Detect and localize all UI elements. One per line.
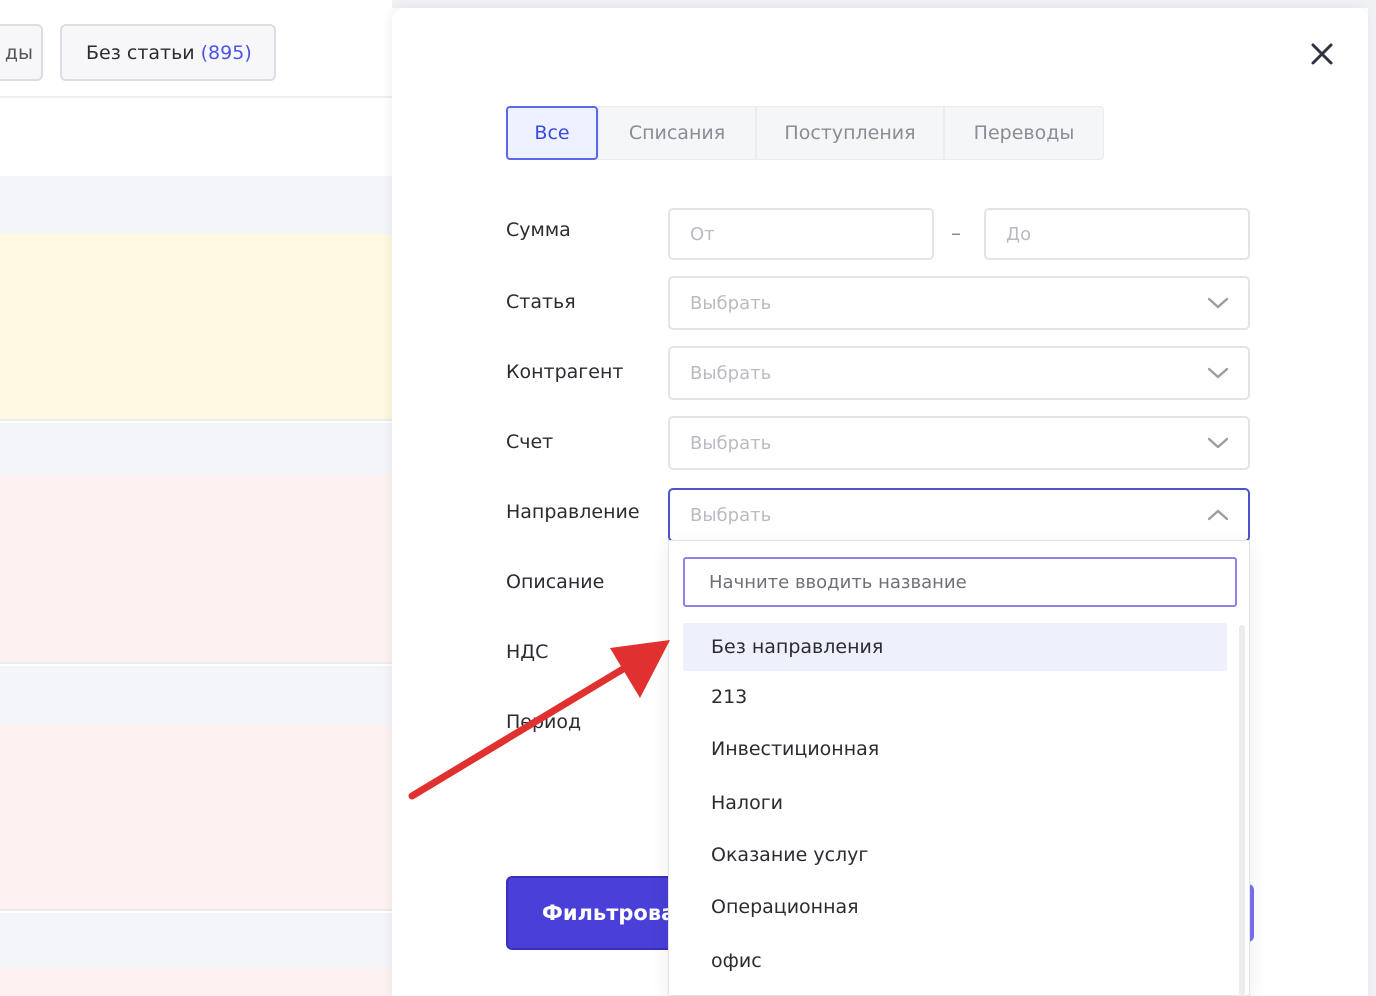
filter-chip-no-article[interactable]: Без статьи (895) [60,24,276,81]
tab-label: Все [534,122,570,144]
table-row-header [0,423,392,475]
account-label: Счет [506,431,554,453]
vat-label: НДС [506,641,549,663]
article-label: Статья [506,291,576,313]
placeholder: До [1006,223,1032,245]
description-label: Описание [506,571,605,593]
chevron-down-icon [1207,367,1229,379]
article-select[interactable]: Выбрать [668,276,1250,330]
chevron-down-icon [1207,437,1229,449]
chip-label: ды [4,41,33,64]
sum-label: Сумма [506,219,571,241]
counterparty-select[interactable]: Выбрать [668,346,1250,400]
panel-right-gutter [1368,0,1376,996]
dropdown-option[interactable]: офис [683,937,1227,985]
direction-label: Направление [506,501,640,523]
direction-dropdown: Начните вводить название Без направления… [668,540,1250,996]
dropdown-option[interactable]: 213 [683,673,1227,721]
dropdown-option[interactable]: Налоги [683,779,1227,827]
dropdown-search-input[interactable]: Начните вводить название [683,557,1237,607]
tab-label: Поступления [784,122,916,144]
option-label: Оказание услуг [711,844,869,866]
counterparty-label: Контрагент [506,361,624,383]
placeholder: Выбрать [690,362,772,384]
table-row[interactable] [0,969,392,996]
option-label: офис [711,950,762,972]
type-tabs: Все Списания Поступления Переводы [506,106,1104,160]
tab-all[interactable]: Все [506,106,598,160]
table-row-header [0,176,392,234]
placeholder: Выбрать [690,432,772,454]
panel-top-strip [392,0,1376,8]
range-separator: – [951,221,961,245]
close-icon [1311,43,1333,65]
close-button[interactable] [1306,38,1338,70]
dropdown-option[interactable]: Без направления [683,623,1227,671]
option-label: Инвестиционная [711,738,880,760]
chevron-down-icon [1207,297,1229,309]
option-label: Без направления [711,636,884,658]
direction-select[interactable]: Выбрать [668,488,1250,542]
placeholder: Выбрать [690,504,772,526]
chip-label: Без статьи [86,41,195,64]
sum-from-input[interactable]: От [668,208,934,260]
tab-label: Списания [628,122,726,144]
chevron-up-icon [1207,509,1229,521]
table-row-header [0,913,392,969]
filter-chip-partial[interactable]: ды [0,24,43,81]
dropdown-option[interactable]: Инвестиционная [683,725,1227,773]
period-label: Период [506,711,582,733]
option-label: 213 [711,686,748,708]
option-label: Операционная [711,896,859,918]
table-row-header [0,666,392,724]
placeholder: Выбрать [690,292,772,314]
chip-count: (895) [200,41,252,64]
tab-writeoffs[interactable]: Списания [598,106,756,160]
tab-transfers[interactable]: Переводы [944,106,1104,160]
dropdown-option[interactable]: Оказание услуг [683,831,1227,879]
divider [0,96,392,98]
placeholder: От [690,223,715,245]
dropdown-option[interactable]: Операционная [683,883,1227,931]
table-row[interactable] [0,234,392,421]
dropdown-scrollbar[interactable] [1239,625,1245,996]
background-page: ды Без статьи (895) [0,0,392,996]
sum-to-input[interactable]: До [984,208,1250,260]
account-select[interactable]: Выбрать [668,416,1250,470]
table-row[interactable] [0,724,392,911]
option-label: Налоги [711,792,784,814]
placeholder: Начните вводить название [709,571,967,593]
tab-receipts[interactable]: Поступления [756,106,944,160]
table-row[interactable] [0,475,392,664]
tab-label: Переводы [973,122,1075,144]
